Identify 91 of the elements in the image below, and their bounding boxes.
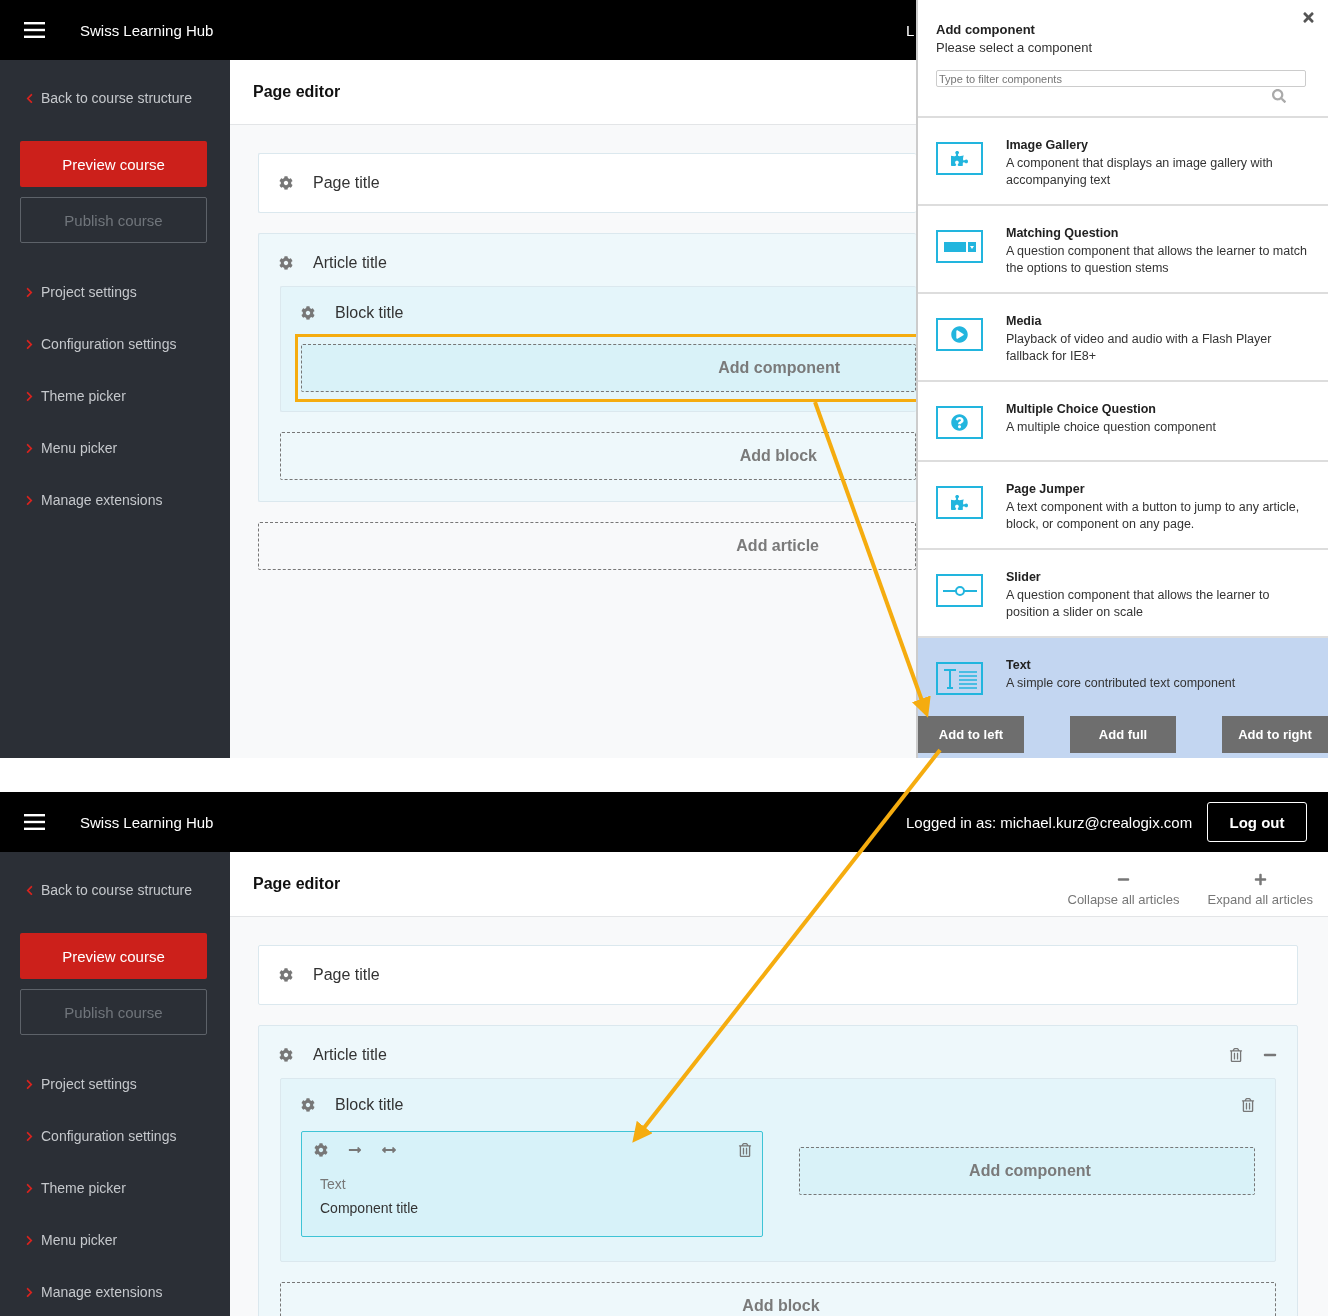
preview-button[interactable]: Preview course bbox=[20, 141, 207, 187]
logged-in-text: L bbox=[906, 21, 915, 39]
add-component-button[interactable]: Add component bbox=[301, 344, 916, 392]
chevron-right-icon bbox=[24, 390, 35, 402]
sidebar-item[interactable]: Configuration settings bbox=[24, 1126, 210, 1146]
settings-icon[interactable] bbox=[314, 1143, 328, 1157]
component-name: Image Gallery bbox=[1006, 138, 1089, 152]
add-component-button[interactable]: Add component bbox=[799, 1147, 1255, 1195]
settings-icon[interactable] bbox=[279, 176, 293, 190]
settings-icon[interactable] bbox=[279, 1048, 293, 1062]
component-description: A question component that allows the learner to match the options to question stems bbox=[1006, 243, 1308, 277]
component-description: A question component that allows the learner to position a slider on scale bbox=[1006, 587, 1271, 621]
component-name: Media bbox=[1006, 314, 1043, 328]
component-name: Multiple Choice Question bbox=[1006, 402, 1157, 416]
collapse-button[interactable]: Collapse all articles bbox=[1067, 873, 1180, 907]
sidebar-item[interactable]: Menu picker bbox=[24, 438, 210, 458]
menu-icon[interactable] bbox=[24, 814, 45, 830]
question-icon bbox=[936, 406, 983, 439]
brand-name: Swiss Learning Hub bbox=[80, 813, 214, 831]
component-description: A multiple choice question component bbox=[1006, 419, 1216, 436]
chevron-right-icon bbox=[24, 338, 35, 350]
chevron-left-icon bbox=[24, 884, 35, 896]
settings-icon[interactable] bbox=[279, 256, 293, 270]
sidebar-item[interactable]: Project settings bbox=[24, 1074, 210, 1094]
article-title: Article title bbox=[313, 1046, 387, 1064]
add-article-button[interactable]: Add article bbox=[258, 522, 916, 570]
delete-icon[interactable] bbox=[738, 1143, 752, 1157]
add-block-button[interactable]: Add block bbox=[280, 432, 916, 480]
component-name: Matching Question bbox=[1006, 226, 1120, 240]
back-link[interactable]: Back to course structure bbox=[24, 880, 210, 900]
chevron-right-icon bbox=[24, 1234, 35, 1246]
component-name: Text bbox=[1006, 658, 1032, 672]
panel-title: Add component bbox=[936, 22, 1036, 37]
component-description: A component that displays an image gallery with accompanying text bbox=[1006, 155, 1274, 189]
component-title: Component title bbox=[320, 1200, 420, 1216]
chevron-right-icon bbox=[24, 286, 35, 298]
add-button[interactable]: Add full bbox=[1070, 716, 1176, 753]
play-icon bbox=[936, 318, 983, 351]
dropdown-field-icon bbox=[936, 230, 983, 263]
settings-icon[interactable] bbox=[301, 306, 315, 320]
block-title: Block title bbox=[335, 1096, 404, 1114]
logged-in-text: Logged in as: michael.kurz@crealogix.com bbox=[906, 813, 1193, 831]
component-description: Playback of video and audio with a Flash Player fallback for IE8+ bbox=[1006, 331, 1273, 365]
search-icon bbox=[1272, 89, 1286, 103]
brand-name: Swiss Learning Hub bbox=[80, 21, 214, 39]
add-button[interactable]: Add to left bbox=[918, 716, 1024, 753]
component-type: Text bbox=[320, 1176, 347, 1192]
page-title: Page title bbox=[313, 174, 380, 192]
sidebar-item[interactable]: Manage extensions bbox=[24, 1282, 210, 1302]
preview-button[interactable]: Preview course bbox=[20, 933, 207, 979]
component-name: Slider bbox=[1006, 570, 1042, 584]
puzzle-icon bbox=[936, 486, 983, 519]
delete-icon[interactable] bbox=[1241, 1098, 1255, 1112]
sidebar-item[interactable]: Configuration settings bbox=[24, 334, 210, 354]
expand-button[interactable]: Expand all articles bbox=[1207, 873, 1313, 907]
add-block-button[interactable]: Add block bbox=[280, 1282, 1276, 1316]
page-title: Page title bbox=[313, 966, 380, 984]
menu-icon[interactable] bbox=[24, 22, 45, 38]
chevron-right-icon bbox=[24, 442, 35, 454]
panel-subtitle: Please select a component bbox=[936, 40, 1094, 55]
sidebar-item[interactable]: Manage extensions bbox=[24, 490, 210, 510]
component-name: Page Jumper bbox=[1006, 482, 1086, 496]
chevron-right-icon bbox=[24, 1182, 35, 1194]
component-option[interactable]: Text A simple core contributed text component Add to left Add full Add to right bbox=[918, 638, 1328, 758]
text-icon bbox=[936, 662, 983, 695]
puzzle-icon bbox=[936, 142, 983, 175]
filter-field[interactable]: Type to filter components bbox=[936, 70, 1306, 87]
article-title: Article title bbox=[313, 254, 387, 272]
delete-icon[interactable] bbox=[1229, 1048, 1243, 1062]
chevron-right-icon bbox=[24, 1130, 35, 1142]
plus-icon bbox=[1253, 873, 1267, 886]
logout-button[interactable]: Log out bbox=[1207, 802, 1307, 842]
chevron-right-icon bbox=[24, 1078, 35, 1090]
sidebar-item[interactable]: Project settings bbox=[24, 282, 210, 302]
editor-title: Page editor bbox=[253, 875, 341, 893]
slider-icon bbox=[936, 574, 983, 607]
component-description: A simple core contributed text component bbox=[1006, 675, 1236, 692]
settings-icon[interactable] bbox=[301, 1098, 315, 1112]
sidebar-item[interactable]: Theme picker bbox=[24, 386, 210, 406]
close-icon[interactable] bbox=[1301, 10, 1316, 25]
add-button[interactable]: Add to right bbox=[1222, 716, 1328, 753]
chevron-left-icon bbox=[24, 92, 35, 104]
component-description: A text component with a button to jump to any article, block, or component on any page. bbox=[1006, 499, 1301, 533]
back-link[interactable]: Back to course structure bbox=[24, 88, 210, 108]
editor-title: Page editor bbox=[253, 83, 341, 101]
sidebar-item[interactable]: Theme picker bbox=[24, 1178, 210, 1198]
settings-icon[interactable] bbox=[279, 968, 293, 982]
block-title: Block title bbox=[335, 304, 404, 322]
chevron-right-icon bbox=[24, 494, 35, 506]
sidebar-item[interactable]: Menu picker bbox=[24, 1230, 210, 1250]
chevron-right-icon bbox=[24, 1286, 35, 1298]
